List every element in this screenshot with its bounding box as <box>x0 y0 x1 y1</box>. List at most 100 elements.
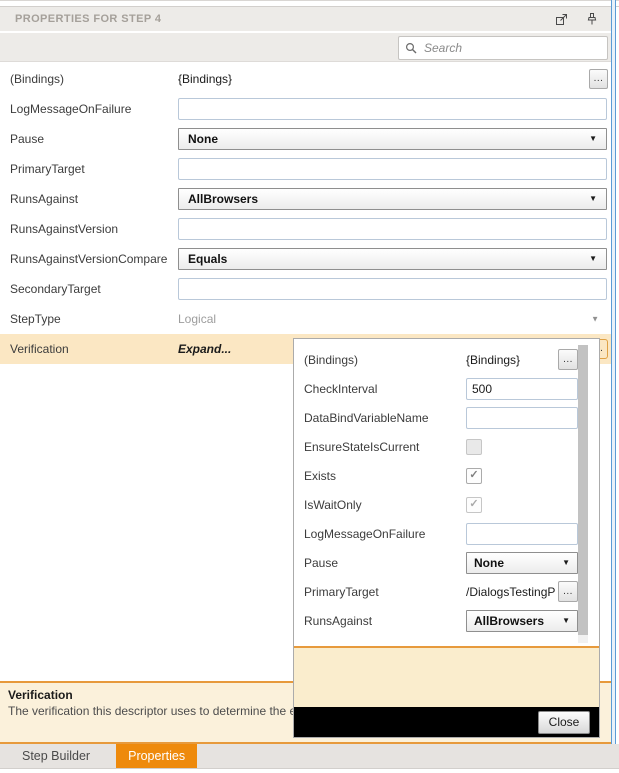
property-row-iswaitonly[interactable]: IsWaitOnly✓ <box>294 490 578 519</box>
select-value: AllBrowsers <box>188 192 258 206</box>
property-value-readonly: Logical <box>178 312 216 326</box>
popup-footer: Close <box>294 707 599 737</box>
property-label: Pause <box>304 556 466 570</box>
property-value-text: {Bindings} <box>466 353 520 367</box>
browse-button-bindings[interactable]: ... <box>589 69 608 89</box>
tab-properties[interactable]: Properties <box>116 744 197 768</box>
property-label: StepType <box>10 312 178 326</box>
select-value: Equals <box>188 252 227 266</box>
popup-scrollbar[interactable] <box>578 345 588 643</box>
close-button[interactable]: Close <box>538 711 590 734</box>
property-row-ensurestateiscurrent[interactable]: EnsureStateIsCurrent <box>294 432 578 461</box>
property-row-bindings[interactable]: (Bindings){Bindings}... <box>0 64 611 94</box>
property-row-checkinterval[interactable]: CheckInterval <box>294 374 578 403</box>
property-input-secondarytarget[interactable] <box>178 278 607 300</box>
chevron-down-icon: ▼ <box>562 617 570 625</box>
verification-popup: (Bindings){Bindings}...CheckIntervalData… <box>293 338 600 738</box>
property-row-runsagainst[interactable]: RunsAgainstAllBrowsers▼ <box>294 606 578 635</box>
property-value: Logical <box>178 304 607 334</box>
property-label: IsWaitOnly <box>304 498 466 512</box>
chevron-down-icon-disabled: ▼ <box>591 315 599 324</box>
panel-title: PROPERTIES FOR STEP 4 <box>15 13 161 25</box>
property-value <box>466 374 578 403</box>
property-row-logmessageonfailure[interactable]: LogMessageOnFailure <box>294 519 578 548</box>
checkbox-ensurestateiscurrent[interactable] <box>466 439 482 455</box>
property-input-checkinterval[interactable] <box>466 378 578 400</box>
property-row-secondarytarget[interactable]: SecondaryTarget <box>0 274 611 304</box>
property-row-primarytarget[interactable]: PrimaryTarget/DialogsTestingP... <box>294 577 578 606</box>
property-label: RunsAgainst <box>10 192 178 206</box>
property-grid: (Bindings){Bindings}...LogMessageOnFailu… <box>0 64 611 364</box>
property-value: {Bindings}... <box>466 345 578 374</box>
property-row-databindvariablename[interactable]: DataBindVariableName <box>294 403 578 432</box>
browse-button-bindings[interactable]: ... <box>558 349 578 370</box>
property-input-logmessageonfailure[interactable] <box>466 523 578 545</box>
property-label: Pause <box>10 132 178 146</box>
property-row-steptype[interactable]: StepTypeLogical ▼ <box>0 304 611 334</box>
property-value: /DialogsTestingP... <box>466 577 578 606</box>
property-label: CheckInterval <box>304 382 466 396</box>
property-value-text: /DialogsTestingP <box>466 585 558 599</box>
chevron-down-icon: ▼ <box>589 135 597 143</box>
property-value <box>466 432 578 461</box>
property-label: LogMessageOnFailure <box>10 102 178 116</box>
property-label: Verification <box>10 342 178 356</box>
popout-icon[interactable] <box>554 12 568 26</box>
property-value <box>178 94 607 124</box>
search-input[interactable] <box>422 40 601 56</box>
select-value: AllBrowsers <box>474 614 544 628</box>
property-label: LogMessageOnFailure <box>304 527 466 541</box>
property-label: SecondaryTarget <box>10 282 178 296</box>
select-value: None <box>188 132 218 146</box>
panel-splitter[interactable] <box>611 0 616 745</box>
tab-step-builder[interactable]: Step Builder <box>10 744 102 768</box>
popup-description-panel <box>294 646 599 709</box>
property-value <box>178 214 607 244</box>
property-value-text: {Bindings} <box>178 72 232 86</box>
search-bar <box>0 33 611 62</box>
property-select-runsagainst[interactable]: AllBrowsers ▼ <box>178 188 607 210</box>
scrollbar-thumb[interactable] <box>578 345 588 635</box>
property-row-runsagainstversion[interactable]: RunsAgainstVersion <box>0 214 611 244</box>
search-box[interactable] <box>398 36 608 60</box>
property-select-pause[interactable]: None ▼ <box>178 128 607 150</box>
property-row-pause[interactable]: PauseNone▼ <box>294 548 578 577</box>
chevron-down-icon: ▼ <box>589 255 597 263</box>
checkbox-iswaitonly[interactable]: ✓ <box>466 497 482 513</box>
property-row-exists[interactable]: Exists✓ <box>294 461 578 490</box>
property-value: Equals ▼ <box>178 244 607 274</box>
property-select-runsagainst[interactable]: AllBrowsers ▼ <box>466 610 578 632</box>
property-row-runsagainst[interactable]: RunsAgainst AllBrowsers ▼ <box>0 184 611 214</box>
property-label: RunsAgainstVersion <box>10 222 178 236</box>
expand-link[interactable]: Expand... <box>178 342 231 356</box>
property-label: PrimaryTarget <box>10 162 178 176</box>
property-value: None▼ <box>466 548 578 577</box>
property-row-primarytarget[interactable]: PrimaryTarget <box>0 154 611 184</box>
property-value <box>178 274 607 304</box>
property-select-runsagainstversioncompare[interactable]: Equals ▼ <box>178 248 607 270</box>
property-input-databindvariablename[interactable] <box>466 407 578 429</box>
checkbox-exists[interactable]: ✓ <box>466 468 482 484</box>
chevron-down-icon: ▼ <box>589 195 597 203</box>
property-label: RunsAgainstVersionCompare <box>10 252 178 266</box>
property-label: Exists <box>304 469 466 483</box>
property-input-primarytarget[interactable] <box>178 158 607 180</box>
property-row-runsagainstversioncompare[interactable]: RunsAgainstVersionCompare Equals ▼ <box>0 244 611 274</box>
pin-icon[interactable] <box>585 12 599 26</box>
property-value <box>178 154 607 184</box>
property-row-logmessageonfailure[interactable]: LogMessageOnFailure <box>0 94 611 124</box>
header-icons <box>554 12 599 26</box>
property-value: AllBrowsers ▼ <box>466 606 578 635</box>
property-input-runsagainstversion[interactable] <box>178 218 607 240</box>
property-select-pause[interactable]: None▼ <box>466 552 578 574</box>
top-strip <box>0 0 619 7</box>
property-label: PrimaryTarget <box>304 585 466 599</box>
property-row-pause[interactable]: Pause None ▼ <box>0 124 611 154</box>
property-label: EnsureStateIsCurrent <box>304 440 466 454</box>
property-label: (Bindings) <box>304 353 466 367</box>
property-row-bindings[interactable]: (Bindings){Bindings}... <box>294 345 578 374</box>
popup-property-grid: (Bindings){Bindings}...CheckIntervalData… <box>294 345 578 635</box>
property-value: ✓ <box>466 461 578 490</box>
browse-button-primarytarget[interactable]: ... <box>558 581 578 602</box>
property-input-logmessageonfailure[interactable] <box>178 98 607 120</box>
